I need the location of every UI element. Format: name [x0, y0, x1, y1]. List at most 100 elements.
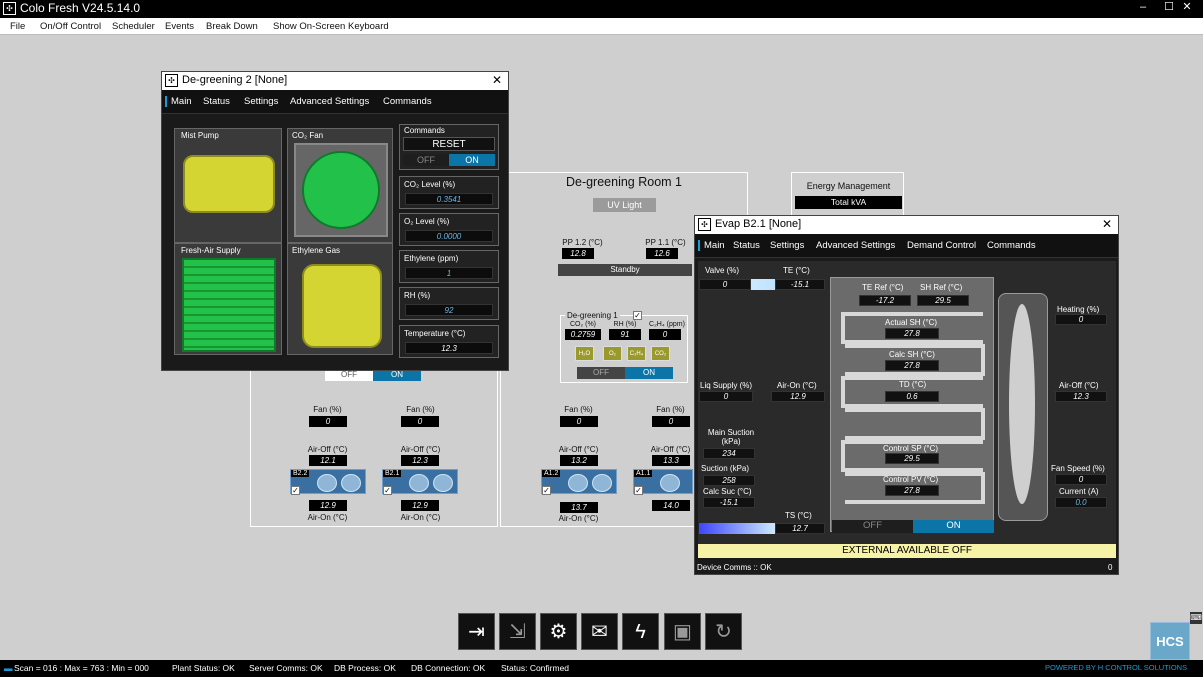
temperature-label: Temperature (°C): [404, 329, 466, 338]
tab-commands[interactable]: Commands: [383, 96, 432, 107]
tab-main[interactable]: Main: [165, 96, 192, 107]
b21-tag: B2.1: [383, 470, 402, 477]
mist-pump-icon: [183, 155, 275, 213]
degreening1-label: De-greening 1: [565, 311, 620, 320]
b22-checkbox[interactable]: ✓: [291, 486, 300, 495]
fan-icon: [660, 474, 680, 492]
a12-checkbox[interactable]: ✓: [542, 486, 551, 495]
close-icon[interactable]: ✕: [492, 73, 502, 87]
menu-break-down[interactable]: Break Down: [206, 21, 258, 32]
uv-light-button[interactable]: UV Light: [593, 198, 656, 212]
co2-fan-label: CO₂ Fan: [292, 131, 324, 140]
tab-settings[interactable]: Settings: [770, 240, 804, 251]
main-suction-label: Main Suction (kPa): [707, 428, 755, 446]
deg1-off-on-toggle[interactable]: OFF ON: [577, 367, 673, 379]
tab-status[interactable]: Status: [733, 240, 760, 251]
b21-checkbox[interactable]: ✓: [383, 486, 392, 495]
deg1-off-button[interactable]: OFF: [577, 367, 625, 379]
a12-airoff-value: 13.2: [560, 455, 598, 466]
b22-airoff-label: Air-Off (°C): [307, 445, 348, 454]
menu-scheduler[interactable]: Scheduler: [112, 21, 155, 32]
dialog1-off-on-toggle[interactable]: OFF ON: [403, 154, 495, 166]
user-settings-icon[interactable]: ⚙: [540, 613, 577, 650]
b22-airoff-value: 12.1: [309, 455, 347, 466]
rh-box: RH (%) 92: [399, 287, 499, 320]
tab-settings[interactable]: Settings: [244, 96, 278, 107]
suction-label: Suction (kPa): [701, 464, 750, 473]
evap-unit-b21[interactable]: B2.1: [382, 469, 458, 494]
menu-file[interactable]: File: [10, 21, 25, 32]
a11-airoff-value: 13.3: [652, 455, 690, 466]
power-icon[interactable]: ϟ: [622, 613, 659, 650]
evap-unit-a12[interactable]: A1.2: [541, 469, 617, 494]
tab-advanced-settings[interactable]: Advanced Settings: [816, 240, 895, 251]
evap-b21-dialog: ✣ Evap B2.1 [None] ✕ Main Status Setting…: [694, 215, 1119, 575]
valve-label: Valve (%): [705, 266, 740, 275]
ts-label: TS (°C): [785, 511, 812, 520]
maximize-icon[interactable]: ☐: [1160, 0, 1178, 16]
deg1-on-button[interactable]: ON: [625, 367, 673, 379]
degreening1-checkbox[interactable]: ✓: [633, 311, 642, 320]
deg1-co2-label: CO₂ (%): [569, 321, 597, 328]
ethylene-gas-panel[interactable]: Ethylene Gas: [287, 243, 393, 355]
login-icon[interactable]: ⇥: [458, 613, 495, 650]
tab-commands[interactable]: Commands: [987, 240, 1036, 251]
b21-airon-label: Air-On (°C): [400, 513, 441, 522]
title-bar: ✣ Colo Fresh V24.5.14.0 – ☐ ✕: [0, 0, 1203, 18]
refresh-icon[interactable]: ↻: [705, 613, 742, 650]
co2-fan-panel[interactable]: CO₂ Fan: [287, 128, 393, 243]
dialog2-off-on-toggle[interactable]: OFF ON: [832, 520, 994, 533]
pp11-label: PP 1.1 (°C): [645, 238, 686, 247]
menu-onscreen-keyboard[interactable]: Show On-Screen Keyboard: [273, 21, 389, 32]
b21-airon-value: 12.9: [401, 500, 439, 511]
evap-unit-b22[interactable]: B2.2: [290, 469, 366, 494]
menu-onoff-control[interactable]: On/Off Control: [40, 21, 101, 32]
mail-icon[interactable]: ✉: [581, 613, 618, 650]
reset-button[interactable]: RESET: [403, 137, 495, 151]
current-value: 0.0: [1055, 497, 1107, 508]
dialog2-on-button[interactable]: ON: [913, 520, 994, 533]
current-label: Current (A): [1059, 487, 1099, 496]
tab-advanced-settings[interactable]: Advanced Settings: [290, 96, 369, 107]
dialog2-off-button[interactable]: OFF: [832, 520, 913, 533]
ethylene-value: 1: [405, 267, 493, 279]
tab-status[interactable]: Status: [203, 96, 230, 107]
b22-fan-label: Fan (%): [313, 405, 342, 414]
fan-icon: [317, 474, 337, 492]
temperature-value: 12.3: [405, 342, 493, 354]
control-sp-value: 29.5: [885, 453, 939, 464]
calc-suc-label: Calc Suc (°C): [703, 487, 752, 496]
rh-value: 92: [405, 304, 493, 316]
fan-speed-label: Fan Speed (%): [1051, 464, 1105, 473]
o2-level-value: 0.0000: [405, 230, 493, 242]
app-logo-icon: ✣: [165, 74, 178, 87]
valve-value: 0: [699, 279, 751, 290]
fresh-air-panel[interactable]: Fresh-Air Supply: [174, 243, 282, 355]
a11-airon-value: 14.0: [652, 500, 690, 511]
fan-icon: [341, 474, 361, 492]
save-icon[interactable]: ▣: [664, 613, 701, 650]
keyboard-icon[interactable]: ⌨: [1190, 612, 1202, 624]
room2-panel: [250, 360, 498, 527]
menu-events[interactable]: Events: [165, 21, 194, 32]
dialog1-off-button[interactable]: OFF: [403, 154, 449, 166]
mist-pump-panel[interactable]: Mist Pump: [174, 128, 282, 243]
degreening2-dialog: ✣ De-greening 2 [None] ✕ Main Status Set…: [161, 71, 509, 371]
tab-main[interactable]: Main: [698, 240, 725, 251]
te-ref-value: -17.2: [859, 295, 911, 306]
logout-icon[interactable]: ⇲: [499, 613, 536, 650]
fan-icon: [433, 474, 453, 492]
b22-fan-value: 0: [309, 416, 347, 427]
dialog2-titlebar: ✣ Evap B2.1 [None] ✕: [695, 216, 1118, 234]
td-label: TD (°C): [899, 380, 927, 389]
a12-tag: A1.2: [542, 470, 561, 477]
close-icon[interactable]: ✕: [1102, 217, 1112, 231]
a11-checkbox[interactable]: ✓: [634, 486, 643, 495]
dialog1-on-button[interactable]: ON: [449, 154, 495, 166]
total-kva-label: Total kVA: [795, 196, 902, 209]
close-icon[interactable]: ✕: [1178, 0, 1196, 16]
minimize-icon[interactable]: –: [1134, 0, 1152, 16]
temperature-box: Temperature (°C) 12.3: [399, 325, 499, 358]
suction-value: 258: [703, 475, 755, 486]
tab-demand-control[interactable]: Demand Control: [907, 240, 976, 251]
